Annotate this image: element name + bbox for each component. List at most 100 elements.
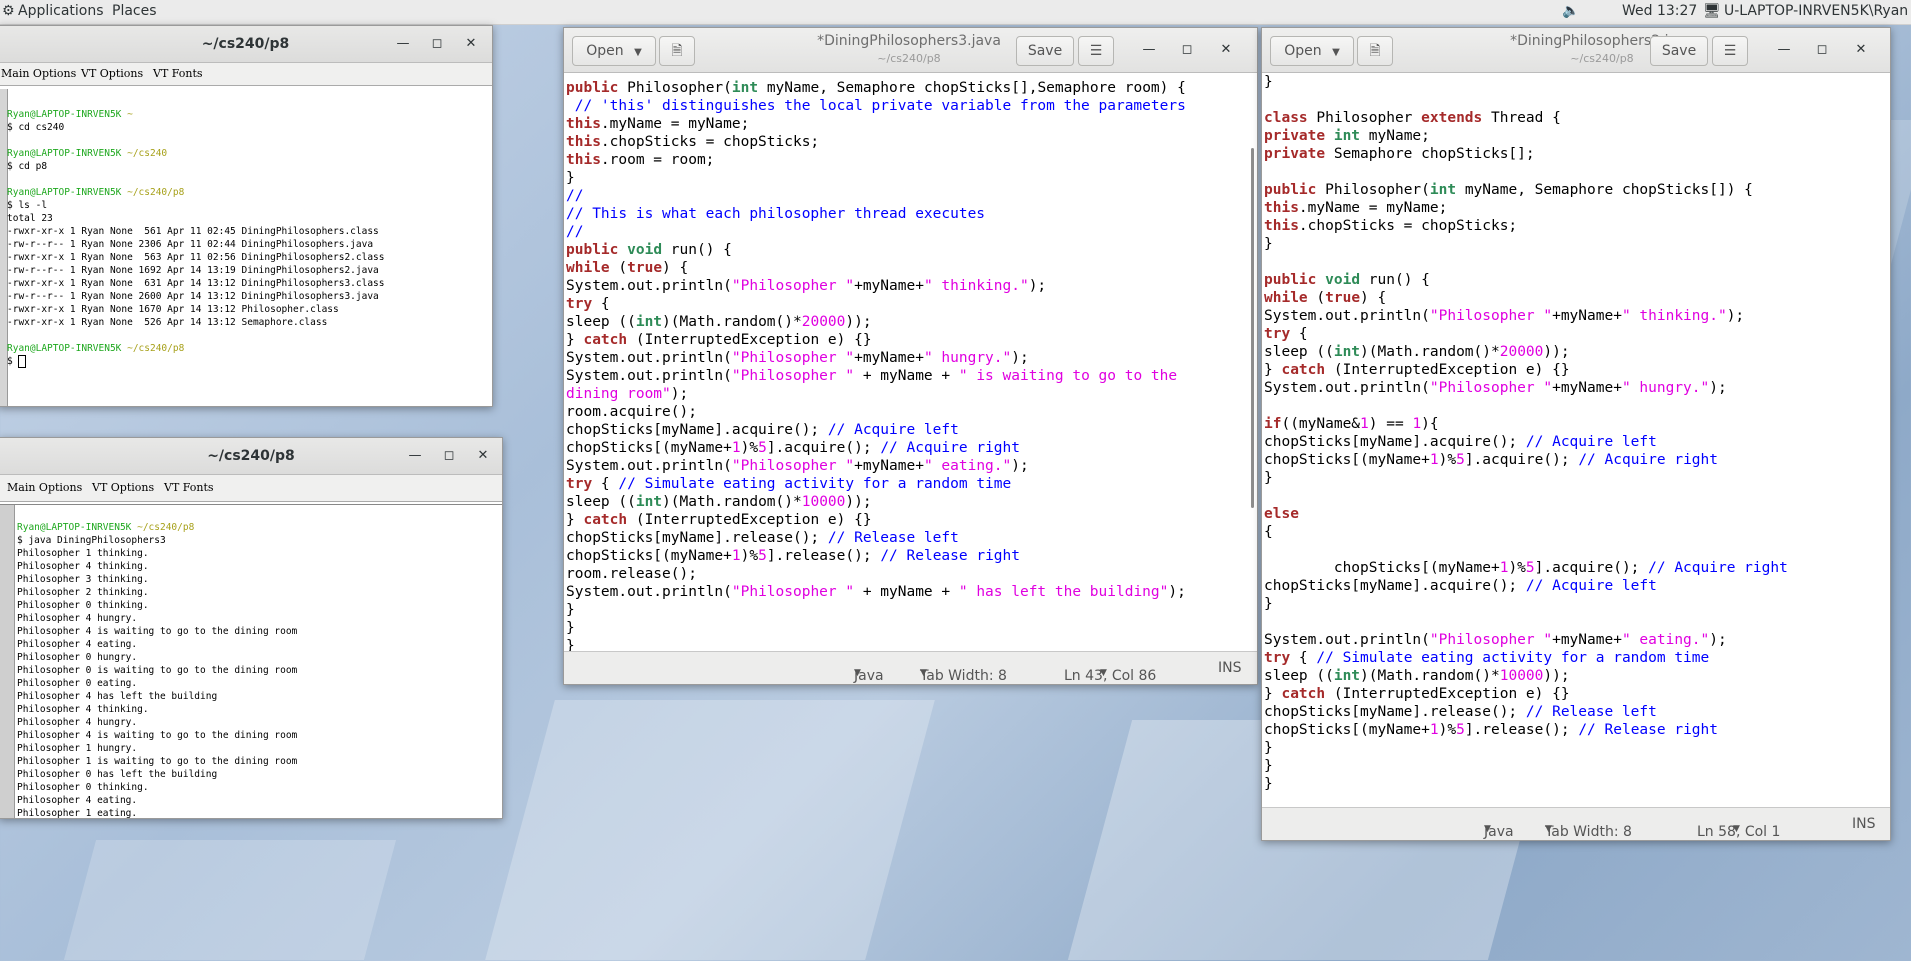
menu-main-options[interactable]: Main Options <box>1 67 76 80</box>
code-token: "Philosopher " <box>1429 380 1553 396</box>
editor-scrollbar[interactable] <box>1251 148 1254 508</box>
code-token: )(Math.random()* <box>1360 668 1500 684</box>
code-token: )(Math.random()* <box>1360 344 1500 360</box>
code-token: sleep (( <box>566 494 636 510</box>
code-token: } <box>1264 686 1282 702</box>
open-button[interactable]: Open ▼ <box>572 36 656 66</box>
gedit-headerbar[interactable]: Open ▼ 🗎 *DiningPhilosophers2.java ~/cs2… <box>1262 28 1890 73</box>
terminal-output[interactable]: Ryan@LAPTOP-INRVEN5K ~/cs240/p8 $ java Di… <box>0 504 502 818</box>
code-token: catch <box>1281 686 1326 702</box>
code-token: run() { <box>662 242 732 258</box>
terminal-line: Philosopher 1 eating. <box>17 808 138 819</box>
maximize-icon[interactable]: ◻ <box>1178 41 1196 59</box>
menu-vt-fonts[interactable]: VT Fonts <box>164 481 214 494</box>
code-line: } catch (InterruptedException e) {} <box>564 331 1257 349</box>
code-token: 10000 <box>801 494 846 510</box>
close-icon[interactable]: ✕ <box>1852 41 1870 59</box>
close-icon[interactable]: ✕ <box>1217 41 1235 59</box>
code-token: ); <box>1168 584 1186 600</box>
code-token: } <box>1264 362 1282 378</box>
code-token: class <box>1264 110 1308 126</box>
applications-menu[interactable]: Applications <box>18 3 104 19</box>
menu-vt-fonts[interactable]: VT Fonts <box>153 67 203 80</box>
code-editor[interactable]: public Philosopher(int myName, Semaphore… <box>564 79 1257 652</box>
code-line: chopSticks[myName].acquire(); // Acquire… <box>1262 433 1890 451</box>
menu-button[interactable]: ☰ <box>1078 36 1114 66</box>
save-button[interactable]: Save <box>1016 36 1074 66</box>
terminal-titlebar[interactable]: ~/cs240/p8 — ◻ ✕ <box>0 438 502 475</box>
app-menu-icon[interactable]: ⚙ <box>2 3 15 19</box>
clock[interactable]: Wed 13:27 <box>1622 3 1697 19</box>
terminal-line: Philosopher 1 thinking. <box>17 548 149 559</box>
terminal-cursor-line: $ <box>7 355 385 368</box>
code-token: (InterruptedException e) {} <box>627 332 872 348</box>
minimize-icon[interactable]: — <box>1140 41 1158 59</box>
code-token: System.out.println( <box>566 458 732 474</box>
user-menu[interactable]: U-LAPTOP-INRVEN5K\Ryan <box>1724 3 1908 19</box>
menu-vt-options[interactable]: VT Options <box>81 67 143 80</box>
display-icon[interactable]: 🖥 <box>1703 3 1721 19</box>
minimize-icon[interactable]: — <box>1775 41 1793 59</box>
gedit-headerbar[interactable]: Open ▼ 🗎 *DiningPhilosophers3.java ~/cs2… <box>564 28 1257 73</box>
menu-main-options[interactable]: Main Options <box>7 481 82 494</box>
maximize-icon[interactable]: ◻ <box>440 447 458 465</box>
code-token: " is waiting to go to the <box>958 368 1178 384</box>
code-token: // Acquire right <box>1578 452 1718 468</box>
terminal-line: Philosopher 4 eating. <box>17 795 138 806</box>
terminal-titlebar[interactable]: ~/cs240/p8 — ◻ ✕ <box>0 26 492 63</box>
terminal-scrollbar[interactable] <box>0 505 15 818</box>
code-token: 1 <box>1429 722 1439 738</box>
close-icon[interactable]: ✕ <box>474 447 492 465</box>
code-token: ((myName& <box>1281 416 1361 432</box>
wallpaper-shape <box>485 700 935 960</box>
code-token: +myName+ <box>1552 308 1622 324</box>
code-token: } <box>1264 740 1273 756</box>
terminal-line: -rw-r--r-- 1 Ryan None 1692 Apr 14 13:19… <box>7 265 379 276</box>
code-token: ].release(); <box>766 548 881 564</box>
code-token: } <box>566 620 575 636</box>
terminal-output[interactable]: Ryan@LAPTOP-INRVEN5K ~ $ cd cs240 Ryan@LAP… <box>0 89 492 406</box>
code-line: this.room = room; <box>564 151 1257 169</box>
code-token: // Acquire left <box>1525 434 1657 450</box>
code-token: )% <box>1508 560 1526 576</box>
code-line: } catch (InterruptedException e) {} <box>1262 361 1890 379</box>
open-button[interactable]: Open ▼ <box>1270 36 1354 66</box>
menu-button[interactable]: ☰ <box>1712 36 1748 66</box>
code-line: } catch (InterruptedException e) {} <box>564 511 1257 529</box>
close-icon[interactable]: ✕ <box>462 35 480 53</box>
code-token: public <box>566 80 619 96</box>
code-token: 1 <box>731 548 741 564</box>
code-editor[interactable]: } class Philosopher extends Thread {priva… <box>1262 73 1890 808</box>
maximize-icon[interactable]: ◻ <box>1813 41 1831 59</box>
save-button[interactable]: Save <box>1650 36 1708 66</box>
code-token: } <box>1264 776 1273 792</box>
code-token: 5 <box>1456 452 1465 468</box>
code-line: chopSticks[(myName+1)%5].acquire(); // A… <box>564 439 1257 457</box>
code-token: dining room" <box>566 386 671 402</box>
code-token: .chopSticks = chopSticks; <box>1298 218 1518 234</box>
code-token: public <box>1264 182 1317 198</box>
code-token: if <box>1264 416 1282 432</box>
code-token: ( <box>1307 290 1326 306</box>
minimize-icon[interactable]: — <box>394 35 412 53</box>
terminal-line: Philosopher 4 has left the building <box>17 691 218 702</box>
new-tab-button[interactable]: 🗎 <box>659 36 695 66</box>
maximize-icon[interactable]: ◻ <box>428 35 446 53</box>
menu-vt-options[interactable]: VT Options <box>92 481 154 494</box>
volume-icon[interactable]: 🔈 <box>1562 3 1579 19</box>
code-token: System.out.println( <box>566 584 732 600</box>
code-token: + myName + <box>854 368 959 384</box>
new-tab-button[interactable]: 🗎 <box>1357 36 1393 66</box>
minimize-icon[interactable]: — <box>406 447 424 465</box>
terminal-line: Philosopher 4 is waiting to go to the di… <box>17 730 298 741</box>
code-token: " hungry." <box>1621 380 1710 396</box>
terminal-line: -rwxr-xr-x 1 Ryan None 631 Apr 14 13:12 … <box>7 278 385 289</box>
code-token: { <box>592 476 619 492</box>
code-token: )); <box>845 314 872 330</box>
code-token: { <box>592 296 610 312</box>
places-menu[interactable]: Places <box>112 3 157 19</box>
